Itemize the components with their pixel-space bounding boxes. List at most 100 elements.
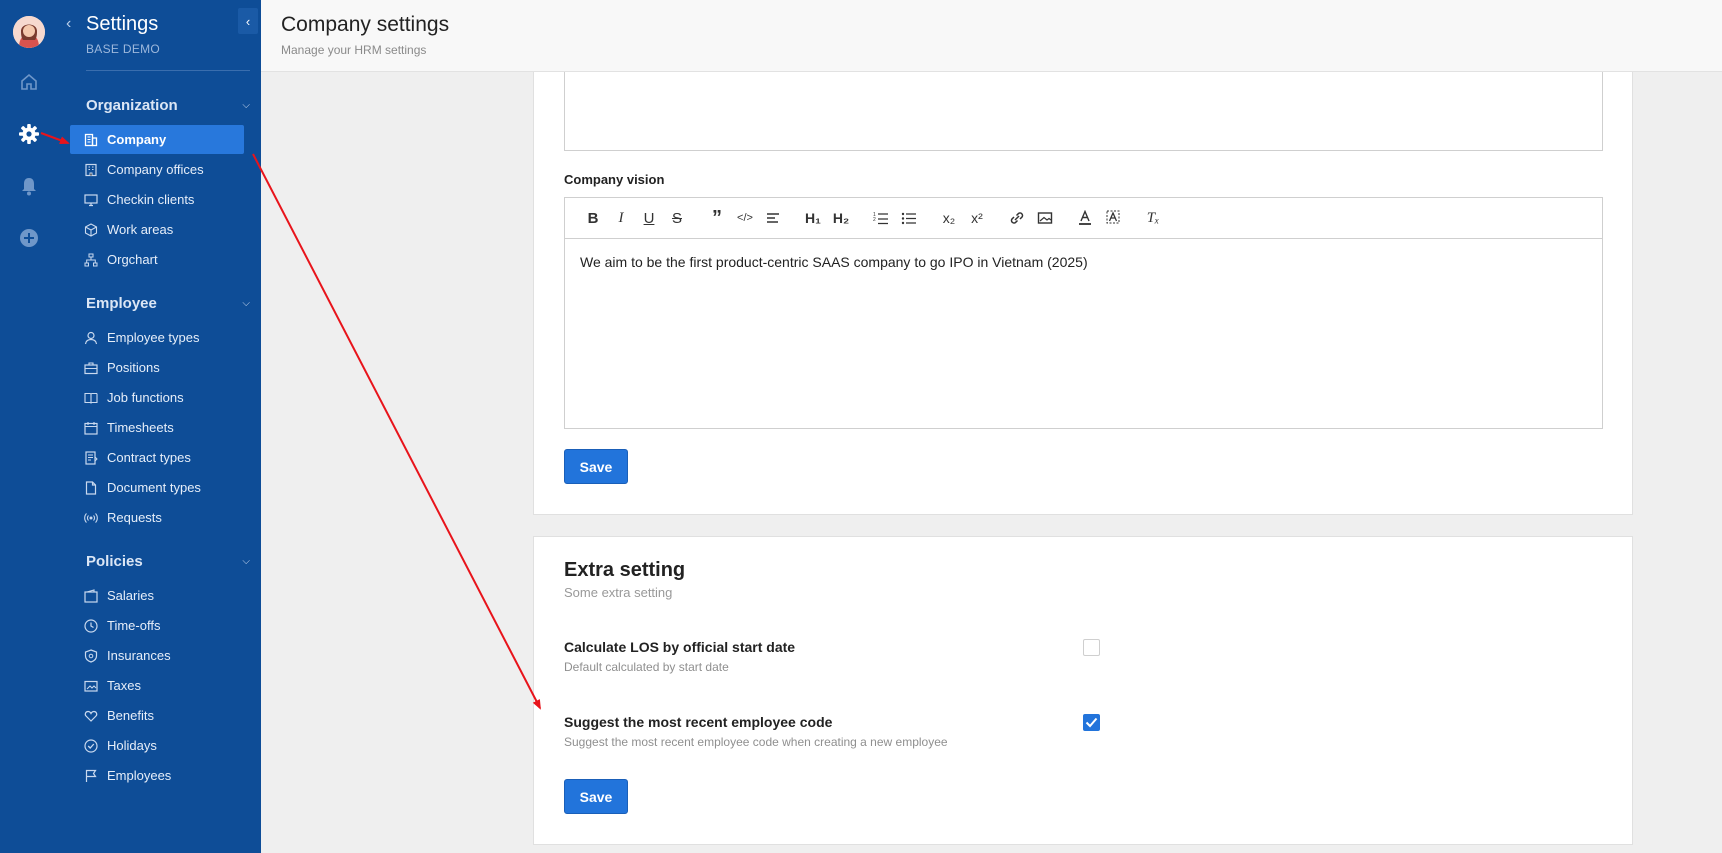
sidebar-item-taxes[interactable]: Taxes [70, 671, 244, 700]
section-title: Employee [86, 295, 157, 312]
sidebar-item-label: Benefits [107, 708, 154, 723]
link-icon[interactable] [1003, 206, 1031, 230]
calendar-icon [84, 421, 98, 435]
extra-setting-subtitle: Some extra setting [564, 585, 673, 600]
sidebar-item-label: Company [107, 132, 167, 147]
option-description-employee-code: Suggest the most recent employee code wh… [564, 735, 948, 749]
sidebar-item-insurances[interactable]: Insurances [70, 641, 244, 670]
sidebar-item-company-offices[interactable]: Company offices [70, 155, 244, 184]
sidebar-item-orgchart[interactable]: Orgchart [70, 245, 244, 274]
previous-editor-area[interactable] [564, 72, 1603, 151]
heading2-icon[interactable]: H₂ [827, 206, 855, 230]
sidebar-item-requests[interactable]: Requests [70, 503, 244, 532]
sidebar-item-contract-types[interactable]: Contract types [70, 443, 244, 472]
cube-icon [84, 222, 98, 237]
strikethrough-icon[interactable]: S [663, 206, 691, 230]
sidebar-divider [86, 70, 250, 71]
back-chevron-icon[interactable]: ‹ [66, 15, 71, 33]
sidebar-item-label: Holidays [107, 738, 157, 753]
heart-hand-icon [84, 709, 98, 723]
section-organization[interactable]: Organization ⌵ [86, 97, 256, 114]
company-vision-editor: B I U S ” </> H₁ H₂ 12 x₂ x² Tₓ We aim t… [564, 197, 1603, 429]
chevron-down-icon: ⌵ [242, 556, 250, 567]
sidebar-item-label: Insurances [107, 648, 171, 663]
editor-toolbar: B I U S ” </> H₁ H₂ 12 x₂ x² Tₓ [565, 198, 1602, 239]
employee-code-checkbox[interactable] [1083, 714, 1100, 731]
sidebar-item-checkin-clients[interactable]: Checkin clients [70, 185, 244, 214]
sidebar-item-work-areas[interactable]: Work areas [70, 215, 244, 244]
clear-format-icon[interactable]: Tₓ [1139, 206, 1167, 230]
section-title: Policies [86, 553, 143, 570]
sidebar-item-label: Contract types [107, 450, 191, 465]
gear-icon[interactable] [18, 123, 40, 145]
background-color-icon[interactable] [1099, 206, 1127, 230]
sidebar-item-label: Taxes [107, 678, 141, 693]
image-icon[interactable] [1031, 206, 1059, 230]
bullet-list-icon[interactable] [895, 206, 923, 230]
collapse-sidebar-button[interactable]: ‹ [238, 8, 258, 34]
shield-icon [84, 648, 98, 663]
italic-icon[interactable]: I [607, 206, 635, 230]
align-left-icon[interactable] [759, 206, 787, 230]
sidebar-item-company[interactable]: Company [70, 125, 244, 154]
sidebar-item-label: Timesheets [107, 420, 174, 435]
chevron-down-icon: ⌵ [242, 298, 250, 309]
sidebar-item-label: Work areas [107, 222, 174, 237]
save-extra-setting-button[interactable]: Save [564, 779, 628, 814]
bell-icon[interactable] [18, 175, 40, 197]
company-vision-label: Company vision [564, 172, 665, 187]
company-info-card: Company vision B I U S ” </> H₁ H₂ 12 x₂… [533, 72, 1633, 515]
sidebar-item-employee-types[interactable]: Employee types [70, 323, 244, 352]
user-avatar[interactable] [13, 16, 45, 48]
sidebar-item-time-offs[interactable]: Time-offs [70, 611, 244, 640]
option-description-los: Default calculated by start date [564, 660, 729, 674]
sidebar-item-label: Salaries [107, 588, 154, 603]
page-header: Company settings Manage your HRM setting… [261, 0, 1722, 72]
sidebar-item-label: Company offices [107, 162, 204, 177]
monitor-icon [84, 193, 98, 207]
office-icon [84, 163, 98, 177]
subscript-icon[interactable]: x₂ [935, 206, 963, 230]
sidebar-item-job-functions[interactable]: Job functions [70, 383, 244, 412]
blockquote-icon[interactable]: ” [703, 206, 731, 230]
text-color-icon[interactable] [1071, 206, 1099, 230]
sidebar-item-document-types[interactable]: Document types [70, 473, 244, 502]
app-rail [0, 0, 58, 853]
bold-icon[interactable]: B [579, 206, 607, 230]
sidebar-item-salaries[interactable]: Salaries [70, 581, 244, 610]
code-icon[interactable]: </> [731, 206, 759, 230]
sidebar-item-timesheets[interactable]: Timesheets [70, 413, 244, 442]
annotation-arrow-company-to-option [252, 153, 541, 710]
sidebar-item-employees[interactable]: Employees [70, 761, 244, 790]
building-icon [84, 133, 98, 147]
settings-sidebar: ‹ Settings BASE DEMO ‹ Organization ⌵ Co… [58, 0, 261, 853]
sidebar-item-label: Requests [107, 510, 162, 525]
section-employee[interactable]: Employee ⌵ [86, 295, 256, 312]
sidebar-item-label: Employee types [107, 330, 200, 345]
sidebar-item-label: Checkin clients [107, 192, 195, 207]
heading1-icon[interactable]: H₁ [799, 206, 827, 230]
underline-icon[interactable]: U [635, 206, 663, 230]
los-checkbox[interactable] [1083, 639, 1100, 656]
flag-icon [84, 769, 98, 783]
company-vision-text[interactable]: We aim to be the first product-centric S… [565, 239, 1602, 285]
superscript-icon[interactable]: x² [963, 206, 991, 230]
sidebar-item-label: Time-offs [107, 618, 161, 633]
sidebar-item-benefits[interactable]: Benefits [70, 701, 244, 730]
sidebar-item-label: Positions [107, 360, 160, 375]
contract-icon [84, 450, 98, 465]
chevron-down-icon: ⌵ [242, 100, 250, 111]
orgchart-icon [84, 253, 98, 267]
add-circle-icon[interactable] [18, 227, 40, 249]
sidebar-title: Settings [86, 13, 159, 35]
home-icon[interactable] [18, 71, 40, 93]
sidebar-item-holidays[interactable]: Holidays [70, 731, 244, 760]
sidebar-item-label: Employees [107, 768, 172, 783]
section-title: Organization [86, 97, 178, 114]
sidebar-item-positions[interactable]: Positions [70, 353, 244, 382]
sidebar-subtitle: BASE DEMO [86, 42, 161, 56]
save-vision-button[interactable]: Save [564, 449, 628, 484]
clock-icon [84, 618, 98, 633]
section-policies[interactable]: Policies ⌵ [86, 553, 256, 570]
ordered-list-icon[interactable]: 12 [867, 206, 895, 230]
